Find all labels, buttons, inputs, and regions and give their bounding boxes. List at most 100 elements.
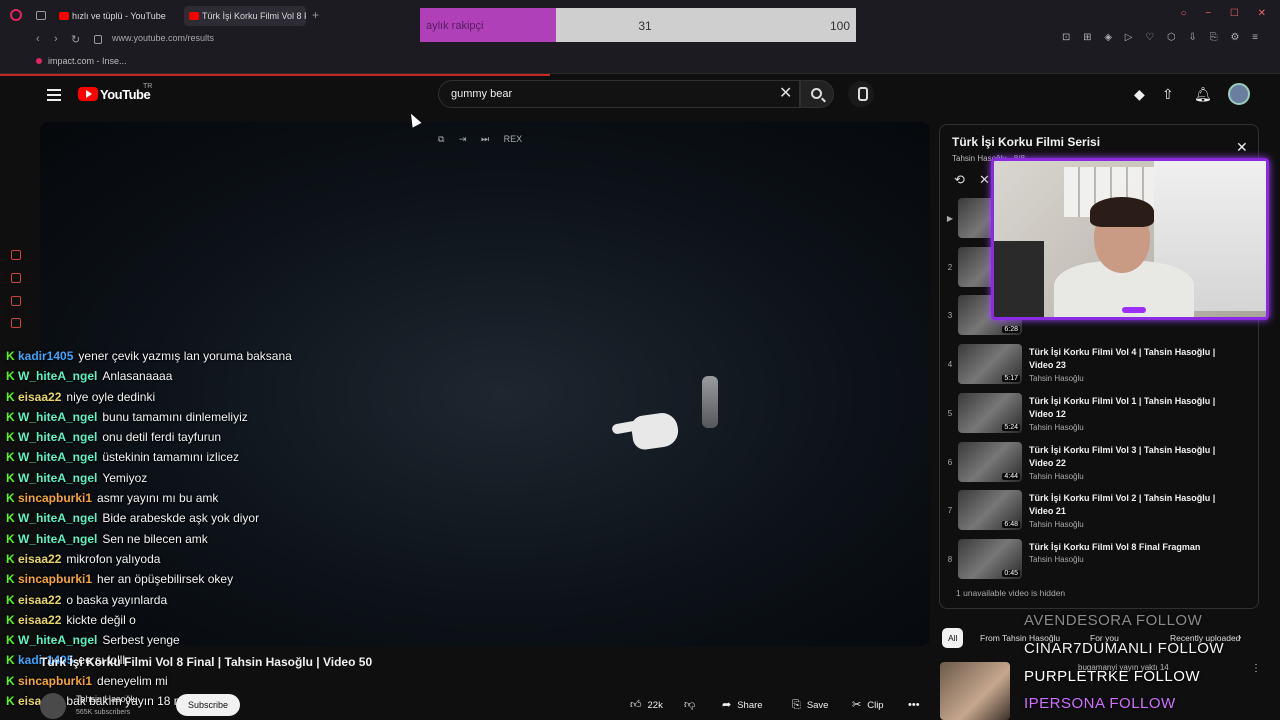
loop-icon[interactable]: ⟲ [954,172,965,188]
playlist-item-title[interactable]: Türk İşi Korku Filmi Vol 3 | Tahsin Haso… [1029,444,1234,470]
goal-current: 31 [638,19,652,33]
kick-badge-icon: K [6,612,15,627]
kick-badge-icon: K [6,653,15,668]
chat-text: her an öpüşebilirsek okey [97,572,234,587]
kick-badge-icon: K [6,694,15,709]
url-field[interactable]: www.youtube.com/results [112,33,214,43]
playlist-item-thumbnail[interactable]: 6:48 [958,490,1022,531]
subscriber-count: 565K subscribers [76,709,131,716]
shuffle-icon[interactable]: ✕ [979,172,990,188]
chat-text: Anlasanaaaa [102,369,173,384]
kick-badge-icon: K [6,633,15,648]
chat-message: K W_hiteA_ngel onu detil ferdi tayfurun [6,427,406,447]
clear-search-icon[interactable]: ✕ [779,83,792,103]
kick-badge-icon: K [6,531,15,546]
playlist-item-thumbnail[interactable]: 4:44 [958,441,1022,482]
recommended-thumbnail[interactable] [940,662,1010,720]
streamer-webcam [991,158,1269,320]
kick-badge-icon: K [6,409,15,424]
reload-icon[interactable]: ↻ [71,33,80,46]
more-vertical-icon[interactable]: ⋮ [1251,663,1261,674]
upload-icon[interactable]: ⇧ [1162,86,1174,103]
playlist-item[interactable]: 7 6:48 Türk İşi Korku Filmi Vol 2 | Tahsin… [940,488,1258,537]
chat-username: eisaa22 [18,592,62,607]
browser-tab-2[interactable]: Türk İşi Korku Filmi Vol 8 F [184,6,306,26]
voice-search-button[interactable] [848,81,874,107]
search-button[interactable] [800,80,834,108]
browser-tab-1[interactable]: hızlı ve tüplü - YouTube [54,6,178,26]
chat-message: K W_hiteA_ngel Sen ne bilecen amk [6,529,406,549]
workspaces-icon[interactable] [36,11,46,20]
dislike-button[interactable]: 👎︎ [684,694,701,716]
search-input[interactable]: gummy bear ✕ [438,80,800,108]
kick-badge-icon: K [6,511,15,526]
browser-logo-icon[interactable] [10,9,22,21]
playlist-item-thumbnail[interactable]: 5:17 [958,344,1022,385]
clip-button[interactable]: ✂ Clip [852,694,884,716]
miniplayer-icon[interactable]: ⧉ [438,134,444,145]
next-icon[interactable]: ⏭ [481,134,489,145]
search-query: gummy bear [451,88,513,100]
chevron-right-icon[interactable]: › [1238,632,1241,643]
extension-icons[interactable]: ⊡ ⊞ ◈ ▷ ♡ ⬡ ⇩ ⎘ ⚙ ≡ [1062,32,1263,43]
hidden-video-note: 1 unavailable video is hidden [956,588,1066,598]
playlist-item-title[interactable]: Türk İşi Korku Filmi Vol 4 | Tahsin Haso… [1029,346,1234,372]
extension-gem-icon[interactable]: ◆ [1134,86,1145,103]
chat-text: kickte değil o [66,612,136,627]
kick-badge-icon: K [6,389,15,404]
save-button[interactable]: ⎘ Save [792,694,828,716]
playlist-item-channel: Tahsin Hasoğlu [1029,471,1084,481]
share-button[interactable]: ➦ Share [722,694,763,716]
close-playlist-icon[interactable]: ✕ [1236,139,1248,156]
new-tab-icon[interactable]: + [312,8,319,22]
chat-message: Ksincapburki1 her an öpüşebilirsek okey [6,569,406,589]
hamburger-menu-icon[interactable] [47,89,61,101]
chat-message: Keisaa22 niye oyle dedinki [6,387,406,407]
back-icon[interactable]: ‹ [36,33,40,45]
like-button[interactable]: 👍︎ 22k [630,694,663,716]
playlist-title[interactable]: Türk İşi Korku Filmi Serisi [952,135,1100,149]
playlist-item[interactable]: 8 0:45 Türk İşi Korku Filmi Vol 8 Final Fr… [940,537,1258,586]
playlist-item-channel: Tahsin Hasoğlu [1029,422,1084,432]
chat-username: W_hiteA_ngel [18,470,98,485]
tab-label: Türk İşi Korku Filmi Vol 8 F [202,11,306,21]
channel-avatar[interactable] [40,693,66,719]
sidebar-library-icon[interactable] [11,296,21,306]
playlist-item-channel: Tahsin Hasoğlu [1029,374,1084,384]
follow-alert: AVENDESORA FOLLOW [1024,612,1203,629]
video-duration: 5:17 [1002,375,1020,383]
chat-username: W_hiteA_ngel [18,430,98,445]
youtube-logo-icon[interactable] [78,87,98,101]
sidebar-shorts-icon[interactable] [11,273,21,283]
theater-icon[interactable]: ⇥ [459,134,467,145]
sidebar-gmail-icon[interactable] [11,318,21,328]
playlist-item-thumbnail[interactable]: 5:24 [958,392,1022,433]
playlist-item[interactable]: 4 5:17 Türk İşi Korku Filmi Vol 4 | Tahsin… [940,342,1258,391]
filter-chip[interactable]: All [942,628,964,648]
rex-button[interactable]: REX [504,134,523,144]
youtube-favicon-icon [189,12,199,20]
channel-name[interactable]: Tahsin Hasoğlu [76,694,138,704]
chat-message: K W_hiteA_ngel Anlasanaaaa [6,366,406,386]
chat-username: W_hiteA_ngel [18,633,98,648]
sidebar-history-icon[interactable] [11,250,21,260]
bookmark-impact[interactable]: impact.com - Inse... [36,56,127,66]
subscribe-button[interactable]: Subscribe [176,694,240,716]
more-actions-button[interactable]: ••• [908,694,926,716]
playlist-item[interactable]: 5 5:24 Türk İşi Korku Filmi Vol 1 | Tahsin… [940,391,1258,440]
playlist-item-title[interactable]: Türk İşi Korku Filmi Vol 2 | Tahsin Haso… [1029,492,1234,518]
share-icon: ➦ [722,699,732,711]
chat-username: sincapburki1 [18,572,93,587]
chat-message: K W_hiteA_ngel Serbest yenge [6,630,406,650]
forward-icon[interactable]: › [54,33,58,45]
playlist-item-thumbnail[interactable]: 0:45 [958,538,1022,579]
chat-message: K W_hiteA_ngel Bide arabeskde aşk yok diyo… [6,508,406,528]
playlist-item-title[interactable]: Türk İşi Korku Filmi Vol 1 | Tahsin Haso… [1029,395,1234,421]
video-duration: 6:28 [1002,326,1020,334]
playlist-item[interactable]: 6 4:44 Türk İşi Korku Filmi Vol 3 | Tahsin… [940,440,1258,489]
account-avatar[interactable] [1228,83,1250,105]
notifications-bell-icon[interactable]: 🔔︎ [1194,86,1212,103]
chat-text: Serbest yenge [102,633,180,648]
playlist-item-title[interactable]: Türk İşi Korku Filmi Vol 8 Final Fragman [1029,541,1234,554]
window-controls[interactable]: ○ − ☐ ✕ [1180,8,1274,19]
